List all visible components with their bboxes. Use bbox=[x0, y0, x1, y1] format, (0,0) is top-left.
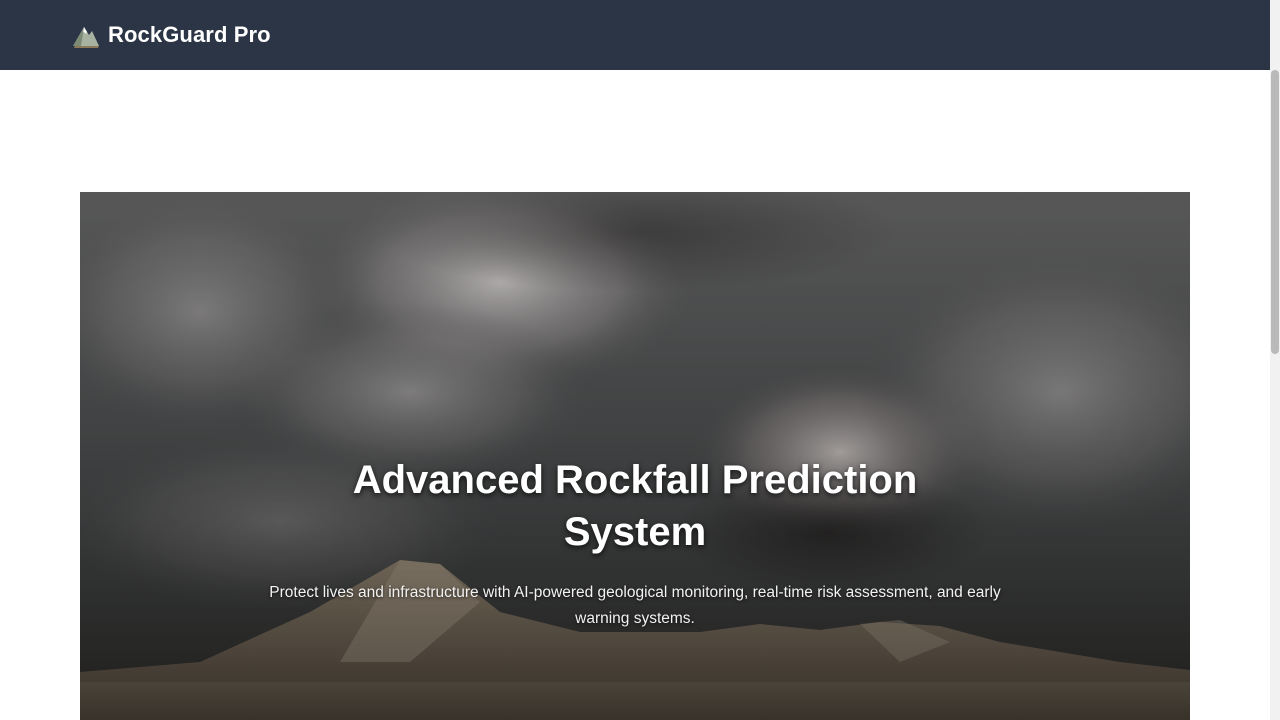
page-scrollbar[interactable] bbox=[1270, 0, 1280, 720]
top-navbar: RockGuard Pro bbox=[0, 0, 1270, 70]
hero-banner: Advanced Rockfall Prediction System Prot… bbox=[80, 192, 1190, 720]
brand-name: RockGuard Pro bbox=[108, 22, 271, 47]
hero-subtitle: Protect lives and infrastructure with AI… bbox=[269, 584, 1001, 627]
hero-title: Advanced Rockfall Prediction System bbox=[352, 458, 918, 554]
hero-content: Advanced Rockfall Prediction System Prot… bbox=[80, 454, 1190, 632]
scrollbar-thumb[interactable] bbox=[1271, 70, 1279, 354]
brand-logo-link[interactable]: RockGuard Pro bbox=[72, 20, 271, 50]
mountain-icon bbox=[73, 27, 99, 48]
